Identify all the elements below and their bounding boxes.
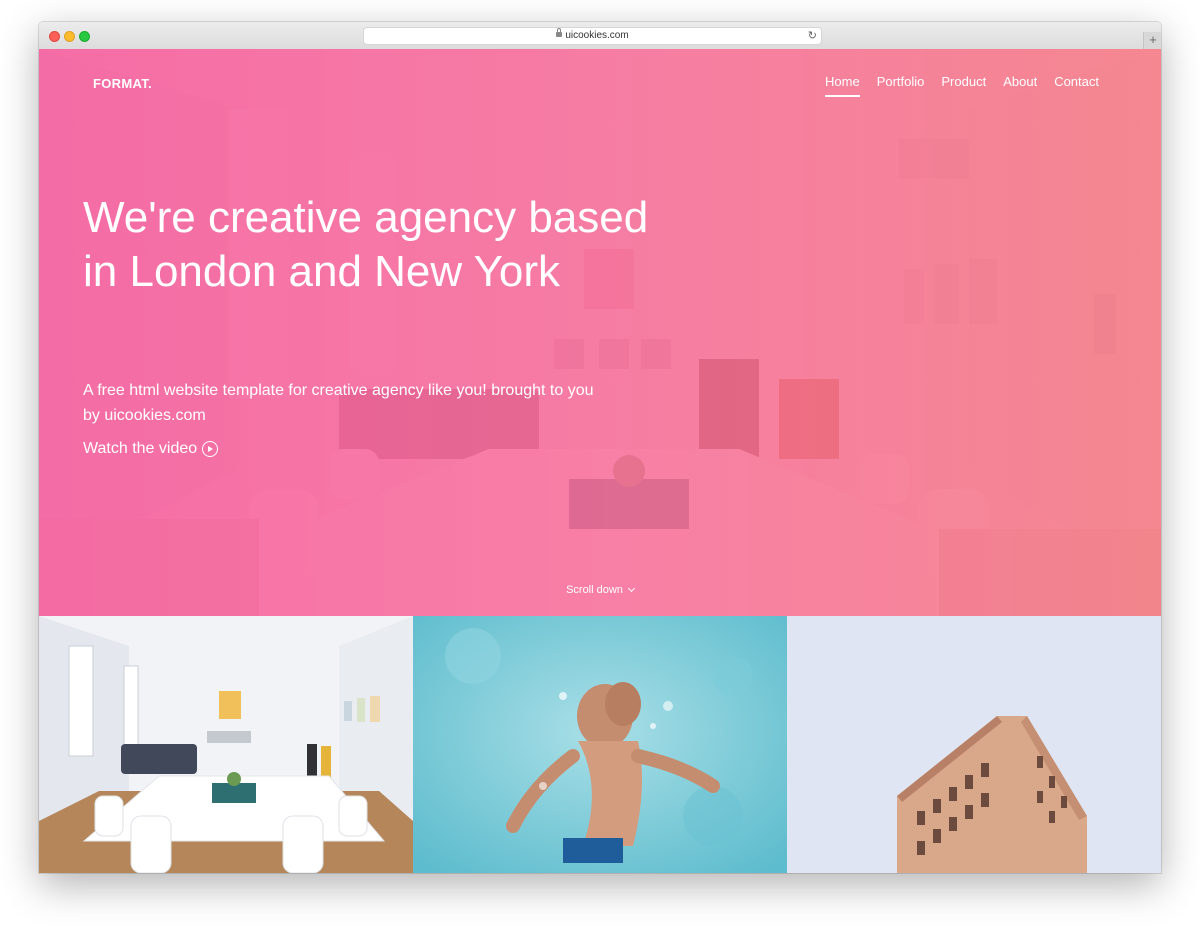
maximize-window-button[interactable] [79,31,90,42]
reload-icon[interactable]: ↻ [808,28,817,44]
scroll-down-link[interactable]: Scroll down [39,584,1161,596]
gallery-tile-swimmer[interactable] [413,616,787,873]
gallery-tile-office[interactable] [39,616,413,873]
scroll-down-label: Scroll down [566,584,623,596]
building-image [787,616,1161,873]
nav-about[interactable]: About [1003,74,1037,97]
play-icon [202,441,219,457]
lock-icon [556,27,563,37]
nav-portfolio[interactable]: Portfolio [877,74,925,97]
new-tab-button[interactable]: + [1143,32,1161,49]
address-bar[interactable]: uicookies.com ↻ [363,27,822,45]
site-logo[interactable]: FORMAT. [93,76,152,91]
nav-contact[interactable]: Contact [1054,74,1099,97]
hero-section: FORMAT. Home Portfolio Product About Con… [39,49,1161,616]
chevron-down-icon [627,584,635,593]
main-nav: Home Portfolio Product About Contact [825,74,1099,97]
gallery-tile-building[interactable] [787,616,1161,873]
watch-video-link[interactable]: Watch the video [83,440,219,458]
address-text: uicookies.com [565,30,629,41]
minimize-window-button[interactable] [64,31,75,42]
office-room-image [39,616,413,873]
hero-subtitle: A free html website template for creativ… [83,382,594,424]
nav-home[interactable]: Home [825,74,860,97]
portfolio-gallery [39,616,1161,873]
browser-titlebar: uicookies.com ↻ + [39,22,1161,50]
hero-headline: We're creative agency based in London an… [83,193,649,296]
watch-video-label: Watch the video [83,440,198,457]
close-window-button[interactable] [49,31,60,42]
hero-gradient-overlay [39,49,1161,616]
nav-product[interactable]: Product [941,74,986,97]
browser-window: uicookies.com ↻ + FORMAT. Home Portfolio… [39,22,1161,873]
swimmer-image [413,616,787,873]
